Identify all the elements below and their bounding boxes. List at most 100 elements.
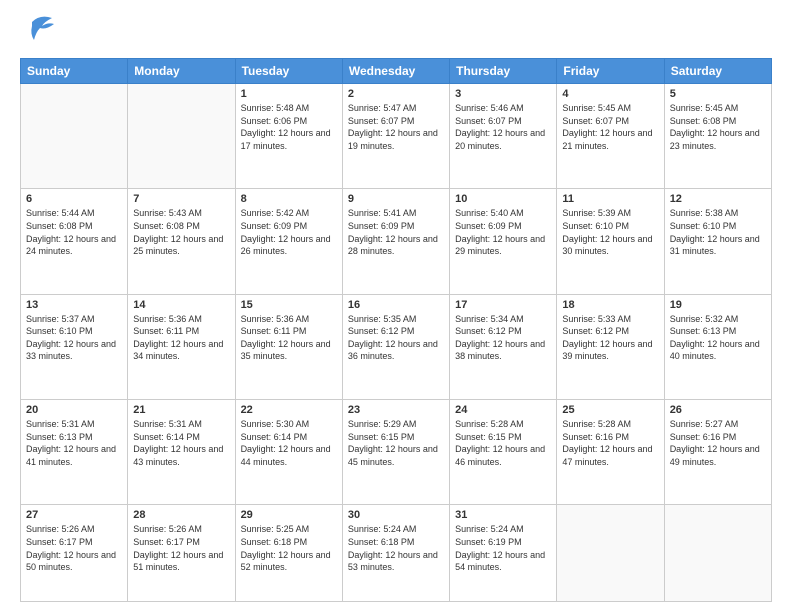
day-info: Sunrise: 5:46 AM Sunset: 6:07 PM Dayligh… bbox=[455, 102, 551, 152]
calendar-cell: 22 Sunrise: 5:30 AM Sunset: 6:14 PM Dayli… bbox=[235, 400, 342, 505]
day-info: Sunrise: 5:28 AM Sunset: 6:16 PM Dayligh… bbox=[562, 418, 658, 468]
calendar-cell: 24Sunrise: 5:28 AM Sunset: 6:15 PM Dayli… bbox=[450, 400, 557, 505]
day-info: Sunrise: 5:47 AM Sunset: 6:07 PM Dayligh… bbox=[348, 102, 444, 152]
day-info: Sunrise: 5:39 AM Sunset: 6:10 PM Dayligh… bbox=[562, 207, 658, 257]
calendar-cell: 19 Sunrise: 5:32 AM Sunset: 6:13 PM Dayli… bbox=[664, 294, 771, 399]
day-info: Sunrise: 5:40 AM Sunset: 6:09 PM Dayligh… bbox=[455, 207, 551, 257]
day-number: 3 bbox=[455, 88, 551, 100]
calendar-week-row: 20Sunrise: 5:31 AM Sunset: 6:13 PM Dayli… bbox=[21, 400, 772, 505]
calendar-cell: 16 Sunrise: 5:35 AM Sunset: 6:12 PM Dayli… bbox=[342, 294, 449, 399]
day-info: Sunrise: 5:27 AM Sunset: 6:16 PM Dayligh… bbox=[670, 418, 766, 468]
day-number: 30 bbox=[348, 509, 444, 521]
day-number: 17 bbox=[455, 299, 551, 311]
day-number: 2 bbox=[348, 88, 444, 100]
calendar-cell: 28 Sunrise: 5:26 AM Sunset: 6:17 PM Dayli… bbox=[128, 505, 235, 602]
calendar-cell: 21Sunrise: 5:31 AM Sunset: 6:14 PM Dayli… bbox=[128, 400, 235, 505]
day-info: Sunrise: 5:30 AM Sunset: 6:14 PM Dayligh… bbox=[241, 418, 337, 468]
day-info: Sunrise: 5:36 AM Sunset: 6:11 PM Dayligh… bbox=[133, 313, 229, 363]
calendar-table: SundayMondayTuesdayWednesdayThursdayFrid… bbox=[20, 58, 772, 602]
calendar-cell: 7 Sunrise: 5:43 AM Sunset: 6:08 PM Daylig… bbox=[128, 189, 235, 294]
calendar-cell: 25Sunrise: 5:28 AM Sunset: 6:16 PM Dayli… bbox=[557, 400, 664, 505]
calendar-cell: 9 Sunrise: 5:41 AM Sunset: 6:09 PM Daylig… bbox=[342, 189, 449, 294]
calendar-cell: 8Sunrise: 5:42 AM Sunset: 6:09 PM Daylig… bbox=[235, 189, 342, 294]
day-number: 16 bbox=[348, 299, 444, 311]
calendar-cell: 20Sunrise: 5:31 AM Sunset: 6:13 PM Dayli… bbox=[21, 400, 128, 505]
day-info: Sunrise: 5:24 AM Sunset: 6:18 PM Dayligh… bbox=[348, 523, 444, 573]
calendar-week-row: 27 Sunrise: 5:26 AM Sunset: 6:17 PM Dayli… bbox=[21, 505, 772, 602]
day-number: 31 bbox=[455, 509, 551, 521]
day-number: 13 bbox=[26, 299, 122, 311]
weekday-header-row: SundayMondayTuesdayWednesdayThursdayFrid… bbox=[21, 59, 772, 84]
calendar-cell: 12 Sunrise: 5:38 AM Sunset: 6:10 PM Dayli… bbox=[664, 189, 771, 294]
day-number: 4 bbox=[562, 88, 658, 100]
day-number: 27 bbox=[26, 509, 122, 521]
calendar-cell: 10 Sunrise: 5:40 AM Sunset: 6:09 PM Dayli… bbox=[450, 189, 557, 294]
calendar-cell: 1 Sunrise: 5:48 AM Sunset: 6:06 PM Daylig… bbox=[235, 84, 342, 189]
day-info: Sunrise: 5:38 AM Sunset: 6:10 PM Dayligh… bbox=[670, 207, 766, 257]
logo-bird-icon bbox=[24, 12, 56, 48]
day-number: 29 bbox=[241, 509, 337, 521]
day-info: Sunrise: 5:24 AM Sunset: 6:19 PM Dayligh… bbox=[455, 523, 551, 573]
calendar-cell: 2 Sunrise: 5:47 AM Sunset: 6:07 PM Daylig… bbox=[342, 84, 449, 189]
day-number: 24 bbox=[455, 404, 551, 416]
calendar-cell bbox=[557, 505, 664, 602]
day-number: 28 bbox=[133, 509, 229, 521]
logo bbox=[20, 16, 56, 48]
day-info: Sunrise: 5:48 AM Sunset: 6:06 PM Dayligh… bbox=[241, 102, 337, 152]
calendar-cell: 15Sunrise: 5:36 AM Sunset: 6:11 PM Dayli… bbox=[235, 294, 342, 399]
day-number: 10 bbox=[455, 193, 551, 205]
day-info: Sunrise: 5:41 AM Sunset: 6:09 PM Dayligh… bbox=[348, 207, 444, 257]
weekday-header-saturday: Saturday bbox=[664, 59, 771, 84]
header bbox=[20, 16, 772, 48]
calendar-cell: 26Sunrise: 5:27 AM Sunset: 6:16 PM Dayli… bbox=[664, 400, 771, 505]
calendar-cell: 30 Sunrise: 5:24 AM Sunset: 6:18 PM Dayli… bbox=[342, 505, 449, 602]
day-info: Sunrise: 5:32 AM Sunset: 6:13 PM Dayligh… bbox=[670, 313, 766, 363]
day-number: 18 bbox=[562, 299, 658, 311]
day-info: Sunrise: 5:25 AM Sunset: 6:18 PM Dayligh… bbox=[241, 523, 337, 573]
day-info: Sunrise: 5:33 AM Sunset: 6:12 PM Dayligh… bbox=[562, 313, 658, 363]
calendar-cell bbox=[664, 505, 771, 602]
calendar-week-row: 13 Sunrise: 5:37 AM Sunset: 6:10 PM Dayli… bbox=[21, 294, 772, 399]
day-info: Sunrise: 5:44 AM Sunset: 6:08 PM Dayligh… bbox=[26, 207, 122, 257]
day-number: 14 bbox=[133, 299, 229, 311]
calendar-cell: 14 Sunrise: 5:36 AM Sunset: 6:11 PM Dayli… bbox=[128, 294, 235, 399]
weekday-header-tuesday: Tuesday bbox=[235, 59, 342, 84]
day-number: 1 bbox=[241, 88, 337, 100]
day-number: 21 bbox=[133, 404, 229, 416]
day-number: 5 bbox=[670, 88, 766, 100]
calendar-cell: 17 Sunrise: 5:34 AM Sunset: 6:12 PM Dayli… bbox=[450, 294, 557, 399]
calendar-week-row: 1 Sunrise: 5:48 AM Sunset: 6:06 PM Daylig… bbox=[21, 84, 772, 189]
day-number: 22 bbox=[241, 404, 337, 416]
calendar-cell: 11 Sunrise: 5:39 AM Sunset: 6:10 PM Dayli… bbox=[557, 189, 664, 294]
calendar-week-row: 6 Sunrise: 5:44 AM Sunset: 6:08 PM Daylig… bbox=[21, 189, 772, 294]
day-info: Sunrise: 5:26 AM Sunset: 6:17 PM Dayligh… bbox=[133, 523, 229, 573]
calendar-cell: 3 Sunrise: 5:46 AM Sunset: 6:07 PM Daylig… bbox=[450, 84, 557, 189]
day-number: 6 bbox=[26, 193, 122, 205]
calendar-cell: 4 Sunrise: 5:45 AM Sunset: 6:07 PM Daylig… bbox=[557, 84, 664, 189]
calendar-cell bbox=[128, 84, 235, 189]
calendar-cell: 5 Sunrise: 5:45 AM Sunset: 6:08 PM Daylig… bbox=[664, 84, 771, 189]
day-info: Sunrise: 5:29 AM Sunset: 6:15 PM Dayligh… bbox=[348, 418, 444, 468]
day-number: 11 bbox=[562, 193, 658, 205]
calendar-cell: 23Sunrise: 5:29 AM Sunset: 6:15 PM Dayli… bbox=[342, 400, 449, 505]
day-info: Sunrise: 5:45 AM Sunset: 6:08 PM Dayligh… bbox=[670, 102, 766, 152]
calendar-cell: 29 Sunrise: 5:25 AM Sunset: 6:18 PM Dayli… bbox=[235, 505, 342, 602]
day-info: Sunrise: 5:45 AM Sunset: 6:07 PM Dayligh… bbox=[562, 102, 658, 152]
day-info: Sunrise: 5:34 AM Sunset: 6:12 PM Dayligh… bbox=[455, 313, 551, 363]
weekday-header-friday: Friday bbox=[557, 59, 664, 84]
calendar-cell: 6 Sunrise: 5:44 AM Sunset: 6:08 PM Daylig… bbox=[21, 189, 128, 294]
day-info: Sunrise: 5:26 AM Sunset: 6:17 PM Dayligh… bbox=[26, 523, 122, 573]
day-info: Sunrise: 5:37 AM Sunset: 6:10 PM Dayligh… bbox=[26, 313, 122, 363]
weekday-header-wednesday: Wednesday bbox=[342, 59, 449, 84]
day-number: 8 bbox=[241, 193, 337, 205]
calendar-cell: 13 Sunrise: 5:37 AM Sunset: 6:10 PM Dayli… bbox=[21, 294, 128, 399]
weekday-header-thursday: Thursday bbox=[450, 59, 557, 84]
day-number: 19 bbox=[670, 299, 766, 311]
day-info: Sunrise: 5:36 AM Sunset: 6:11 PM Dayligh… bbox=[241, 313, 337, 363]
day-number: 9 bbox=[348, 193, 444, 205]
day-info: Sunrise: 5:35 AM Sunset: 6:12 PM Dayligh… bbox=[348, 313, 444, 363]
calendar-page: SundayMondayTuesdayWednesdayThursdayFrid… bbox=[0, 0, 792, 612]
day-number: 12 bbox=[670, 193, 766, 205]
day-info: Sunrise: 5:43 AM Sunset: 6:08 PM Dayligh… bbox=[133, 207, 229, 257]
day-number: 7 bbox=[133, 193, 229, 205]
